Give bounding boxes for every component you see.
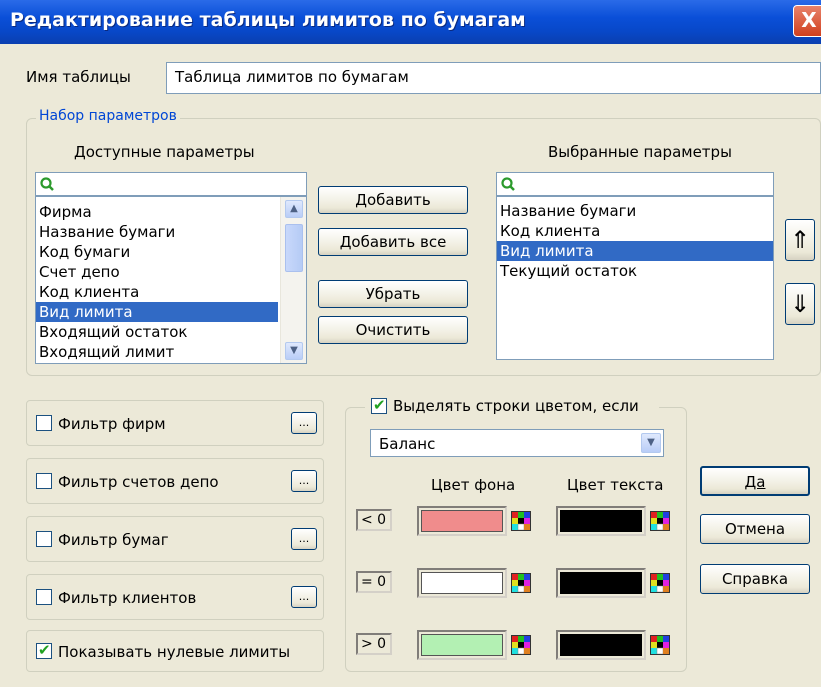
palette-icon[interactable] xyxy=(649,634,671,656)
available-list-item[interactable]: Входящий лимит xyxy=(36,342,278,362)
table-name-label: Имя таблицы xyxy=(26,68,131,86)
available-list-item[interactable]: Код бумаги xyxy=(36,242,278,262)
chevron-down-icon[interactable]: ▼ xyxy=(641,433,661,453)
filter-label: Фильтр клиентов xyxy=(58,589,197,607)
bg-color-swatch[interactable] xyxy=(417,630,507,660)
highlight-legend: Выделять строки цветом, если xyxy=(365,396,659,418)
highlight-checkbox[interactable] xyxy=(371,396,387,414)
chosen-list-item[interactable]: Текущий остаток xyxy=(497,261,773,281)
window-title: Редактирование таблицы лимитов по бумага… xyxy=(10,9,526,31)
chosen-search-input[interactable] xyxy=(496,172,774,196)
scroll-thumb[interactable] xyxy=(285,224,303,272)
table-name-input[interactable]: Таблица лимитов по бумагам xyxy=(166,62,821,94)
field-select[interactable]: Баланс ▼ xyxy=(370,429,664,457)
filter-checkbox[interactable] xyxy=(36,589,52,605)
text-color-fill xyxy=(560,634,642,656)
text-color-swatch[interactable] xyxy=(556,506,646,536)
available-list-item[interactable]: Счет депо xyxy=(36,262,278,282)
search-icon xyxy=(501,177,515,191)
move-down-button[interactable]: ⇓ xyxy=(785,283,815,325)
show-zero-label: Показывать нулевые лимиты xyxy=(58,643,291,661)
chosen-list-item[interactable]: Код клиента xyxy=(497,221,773,241)
highlight-label: Выделять строки цветом, если xyxy=(393,397,639,415)
bg-color-swatch[interactable] xyxy=(417,506,507,536)
palette-icon[interactable] xyxy=(510,634,532,656)
chosen-list[interactable]: Название бумаги Код клиента Вид лимита Теку… xyxy=(496,196,774,360)
available-list-item[interactable]: Название бумаги xyxy=(36,222,278,242)
field-select-value: Баланс xyxy=(379,435,436,453)
chosen-list-item[interactable]: Вид лимита xyxy=(497,241,773,261)
params-legend: Набор параметров xyxy=(36,108,180,124)
search-icon xyxy=(40,177,54,191)
move-up-button[interactable]: ⇑ xyxy=(785,219,815,261)
chosen-list-item[interactable]: Название бумаги xyxy=(497,201,773,221)
add-button[interactable]: Добавить xyxy=(318,186,468,214)
bg-color-fill xyxy=(421,510,503,532)
available-search-input[interactable] xyxy=(35,172,307,196)
text-color-fill xyxy=(560,572,642,594)
condition-label: = 0 xyxy=(356,571,392,593)
help-button-label: Справка xyxy=(721,570,789,588)
available-scrollbar[interactable]: ▲ ▼ xyxy=(280,197,306,363)
cancel-button[interactable]: Отмена xyxy=(700,514,810,544)
available-list-item[interactable]: Вид лимита xyxy=(36,302,278,322)
filter-checkbox[interactable] xyxy=(36,473,52,489)
palette-icon[interactable] xyxy=(649,572,671,594)
available-list-item[interactable]: Фирма xyxy=(36,202,278,222)
filter-checkbox[interactable] xyxy=(36,531,52,547)
palette-icon[interactable] xyxy=(649,510,671,532)
help-button[interactable]: Справка xyxy=(700,564,810,594)
dialog-window: Редактирование таблицы лимитов по бумага… xyxy=(0,0,821,687)
condition-label: < 0 xyxy=(356,509,392,531)
close-button[interactable]: X xyxy=(793,5,821,37)
filter-browse-button[interactable]: ... xyxy=(291,528,317,550)
remove-button[interactable]: Убрать xyxy=(318,280,468,308)
text-color-fill xyxy=(560,510,642,532)
filter-checkbox[interactable] xyxy=(36,415,52,431)
filter-browse-button[interactable]: ... xyxy=(291,586,317,608)
add-all-button[interactable]: Добавить все xyxy=(318,228,468,256)
filter-label: Фильтр счетов депо xyxy=(58,473,219,491)
cancel-button-label: Отмена xyxy=(724,520,786,538)
ok-button-label: Да xyxy=(744,473,766,491)
filter-label: Фильтр фирм xyxy=(58,415,166,433)
available-list-item[interactable]: Входящий остаток xyxy=(36,322,278,342)
palette-icon[interactable] xyxy=(510,510,532,532)
scroll-down-button[interactable]: ▼ xyxy=(285,342,303,360)
bg-color-swatch[interactable] xyxy=(417,568,507,598)
filter-browse-button[interactable]: ... xyxy=(291,412,317,434)
show-zero-checkbox[interactable] xyxy=(36,641,52,659)
text-color-swatch[interactable] xyxy=(556,568,646,598)
clear-button[interactable]: Очистить xyxy=(318,316,468,344)
chosen-header: Выбранные параметры xyxy=(548,143,732,161)
condition-label: > 0 xyxy=(356,633,392,655)
available-header: Доступные параметры xyxy=(74,143,255,161)
bg-color-fill xyxy=(421,572,503,594)
filter-label: Фильтр бумаг xyxy=(58,531,169,549)
available-items: Фирма Название бумаги Код бумаги Счет депо К… xyxy=(36,202,278,362)
palette-icon[interactable] xyxy=(510,572,532,594)
scroll-up-button[interactable]: ▲ xyxy=(285,200,303,218)
available-list[interactable]: Фирма Название бумаги Код бумаги Счет депо К… xyxy=(35,196,307,364)
text-color-swatch[interactable] xyxy=(556,630,646,660)
bg-color-header: Цвет фона xyxy=(431,476,516,494)
table-name-value: Таблица лимитов по бумагам xyxy=(175,68,409,86)
title-bar: Редактирование таблицы лимитов по бумага… xyxy=(0,0,821,44)
ok-button[interactable]: Да xyxy=(700,466,810,496)
available-list-item[interactable]: Код клиента xyxy=(36,282,278,302)
chosen-items: Название бумаги Код клиента Вид лимита Теку… xyxy=(497,201,773,281)
text-color-header: Цвет текста xyxy=(567,476,664,494)
bg-color-fill xyxy=(421,634,503,656)
filter-browse-button[interactable]: ... xyxy=(291,470,317,492)
